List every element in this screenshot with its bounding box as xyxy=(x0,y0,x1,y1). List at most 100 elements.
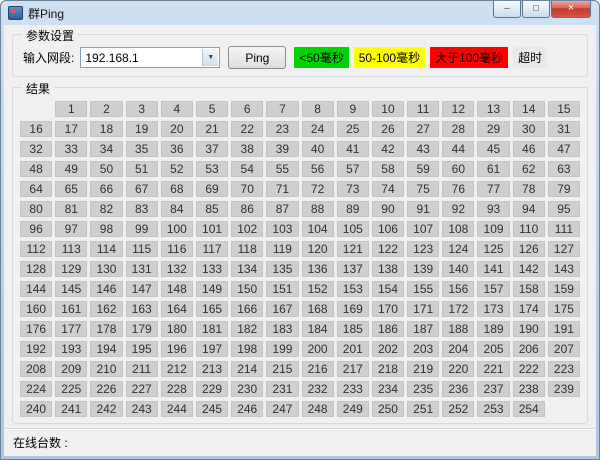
host-cell: 103 xyxy=(266,221,298,237)
host-cell: 84 xyxy=(161,201,193,217)
host-cell: 142 xyxy=(513,261,545,277)
host-cell: 26 xyxy=(372,121,404,137)
host-cell: 194 xyxy=(90,341,122,357)
host-cell: 113 xyxy=(55,241,87,257)
close-button[interactable]: × xyxy=(551,1,591,18)
host-cell: 141 xyxy=(477,261,509,277)
maximize-button[interactable]: □ xyxy=(522,1,550,18)
minimize-button[interactable]: – xyxy=(493,1,521,18)
host-cell: 182 xyxy=(231,321,263,337)
host-cell: 2 xyxy=(90,101,122,117)
host-cell: 130 xyxy=(90,261,122,277)
host-cell: 35 xyxy=(126,141,158,157)
host-cell: 209 xyxy=(55,361,87,377)
host-cell: 77 xyxy=(477,181,509,197)
host-cell: 134 xyxy=(231,261,263,277)
host-cell: 157 xyxy=(477,281,509,297)
host-cell: 202 xyxy=(372,341,404,357)
host-cell: 242 xyxy=(90,401,122,417)
combo-dropdown-button[interactable]: ▼ xyxy=(202,49,218,66)
host-cell: 205 xyxy=(477,341,509,357)
host-cell: 102 xyxy=(231,221,263,237)
host-cell: 234 xyxy=(372,381,404,397)
legend-chip-50-100: 50-100毫秒 xyxy=(354,47,425,68)
host-cell: 144 xyxy=(20,281,52,297)
result-grid: 1234567891011121314151617181920212223242… xyxy=(20,101,580,416)
client-area: 参数设置 输入网段: ▼ Ping <50毫秒 50-100毫秒 大于100毫秒… xyxy=(4,25,596,456)
host-cell: 120 xyxy=(302,241,334,257)
host-cell: 150 xyxy=(231,281,263,297)
host-cell: 50 xyxy=(90,161,122,177)
host-cell: 105 xyxy=(337,221,369,237)
host-cell: 181 xyxy=(196,321,228,337)
host-cell: 48 xyxy=(20,161,52,177)
host-cell: 183 xyxy=(266,321,298,337)
host-cell: 57 xyxy=(337,161,369,177)
online-count-label: 在线台数 : xyxy=(13,434,68,451)
host-cell: 232 xyxy=(302,381,334,397)
host-cell: 112 xyxy=(20,241,52,257)
host-cell: 175 xyxy=(548,301,580,317)
host-cell: 11 xyxy=(407,101,439,117)
host-cell: 143 xyxy=(548,261,580,277)
network-segment-input[interactable] xyxy=(81,48,219,67)
host-cell: 168 xyxy=(302,301,334,317)
host-cell: 219 xyxy=(407,361,439,377)
host-cell: 79 xyxy=(548,181,580,197)
network-segment-combobox[interactable]: ▼ xyxy=(80,47,220,68)
close-icon: × xyxy=(568,2,574,14)
ping-button[interactable]: Ping xyxy=(228,46,286,69)
host-cell: 123 xyxy=(407,241,439,257)
host-cell: 51 xyxy=(126,161,158,177)
host-cell: 187 xyxy=(407,321,439,337)
host-cell: 210 xyxy=(90,361,122,377)
host-cell: 59 xyxy=(407,161,439,177)
host-cell: 127 xyxy=(548,241,580,257)
host-cell: 107 xyxy=(407,221,439,237)
host-cell: 247 xyxy=(266,401,298,417)
host-cell: 199 xyxy=(266,341,298,357)
maximize-icon: □ xyxy=(533,3,539,14)
host-cell: 252 xyxy=(442,401,474,417)
latency-legend: <50毫秒 50-100毫秒 大于100毫秒 超时 xyxy=(294,47,547,68)
host-cell: 29 xyxy=(477,121,509,137)
host-cell: 55 xyxy=(266,161,298,177)
host-cell: 71 xyxy=(266,181,298,197)
host-cell: 94 xyxy=(513,201,545,217)
host-cell: 161 xyxy=(55,301,87,317)
host-cell: 117 xyxy=(196,241,228,257)
host-cell: 85 xyxy=(196,201,228,217)
host-cell: 176 xyxy=(20,321,52,337)
host-cell: 31 xyxy=(548,121,580,137)
host-cell: 245 xyxy=(196,401,228,417)
host-cell: 125 xyxy=(477,241,509,257)
host-cell: 163 xyxy=(126,301,158,317)
host-cell: 20 xyxy=(161,121,193,137)
host-cell: 53 xyxy=(196,161,228,177)
host-cell: 244 xyxy=(161,401,193,417)
host-cell: 249 xyxy=(337,401,369,417)
host-cell: 238 xyxy=(513,381,545,397)
host-cell: 156 xyxy=(442,281,474,297)
host-cell: 21 xyxy=(196,121,228,137)
host-cell: 198 xyxy=(231,341,263,357)
host-cell: 97 xyxy=(55,221,87,237)
host-cell: 171 xyxy=(407,301,439,317)
host-cell: 28 xyxy=(442,121,474,137)
host-cell: 206 xyxy=(513,341,545,357)
host-cell: 224 xyxy=(20,381,52,397)
host-cell: 172 xyxy=(442,301,474,317)
host-cell: 111 xyxy=(548,221,580,237)
host-cell: 72 xyxy=(302,181,334,197)
host-cell: 192 xyxy=(20,341,52,357)
host-cell: 217 xyxy=(337,361,369,377)
host-cell: 22 xyxy=(231,121,263,137)
host-cell: 23 xyxy=(266,121,298,137)
host-cell: 4 xyxy=(161,101,193,117)
host-cell: 42 xyxy=(372,141,404,157)
host-cell: 177 xyxy=(55,321,87,337)
host-cell: 169 xyxy=(337,301,369,317)
host-cell: 185 xyxy=(337,321,369,337)
host-cell: 158 xyxy=(513,281,545,297)
results-group-label: 结果 xyxy=(22,80,54,97)
